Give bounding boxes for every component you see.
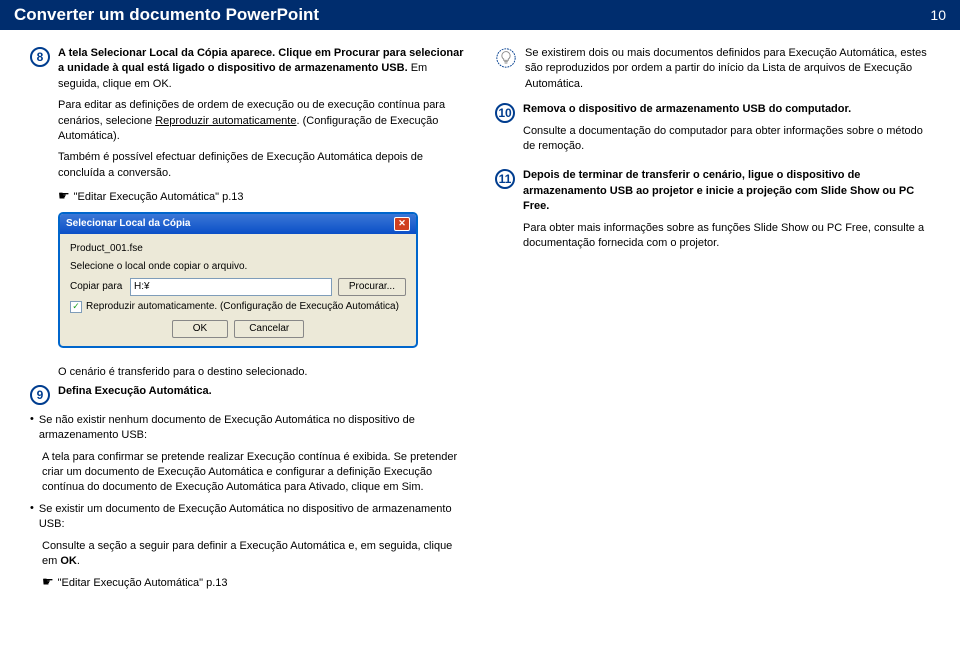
pointer-icon: ☛ (58, 188, 70, 203)
step8-p2: Para editar as definições de ordem de ex… (58, 98, 465, 144)
step-10: 10 Remova o dispositivo de armazenamento… (495, 102, 930, 160)
step9-b2c: . (77, 555, 80, 567)
step9-bullet2: • Se existir um documento de Execução Au… (30, 502, 465, 533)
header-page-number: 10 (930, 7, 946, 23)
step8-ref: ☛ "Editar Execução Automática" p.13 (58, 187, 465, 205)
step8-p1: A tela Selecionar Local da Cópia aparece… (58, 46, 465, 92)
header-title: Converter um documento PowerPoint (14, 5, 319, 25)
transfer-text: O cenário é transferido para o destino s… (58, 366, 465, 378)
pointer-icon: ☛ (42, 574, 54, 589)
step9-ref-text: "Editar Execução Automática" p.13 (58, 577, 228, 589)
step9-bullet1: • Se não existir nenhum documento de Exe… (30, 413, 465, 444)
bullet-icon: • (30, 502, 34, 533)
bullet-body: Se não existir nenhum documento de Execu… (39, 413, 465, 444)
step8-p3: Também é possível efectuar definições de… (58, 150, 465, 181)
dialog-actions: OK Cancelar (70, 320, 406, 338)
ok-button[interactable]: OK (172, 320, 228, 338)
step-number: 9 (30, 385, 50, 405)
step9-b1-detail: A tela para confirmar se pretende realiz… (30, 450, 465, 496)
step9-b2: Se existir um documento de Execução Auto… (39, 503, 452, 530)
dialog-title-text: Selecionar Local da Cópia (66, 217, 190, 231)
transfer-note: O cenário é transferido para o destino s… (30, 366, 465, 378)
step-body: Depois de terminar de transferir o cenár… (523, 168, 930, 257)
bullet-body: Se existir um documento de Execução Auto… (39, 502, 465, 533)
step-number: 10 (495, 103, 515, 123)
cancel-button[interactable]: Cancelar (234, 320, 304, 338)
step-9: 9 Defina Execução Automática. (30, 384, 465, 405)
step9-b2-ok: OK (60, 555, 77, 567)
page-header: Converter um documento PowerPoint 10 (0, 0, 960, 30)
dialog-filename: Product_001.fse (70, 242, 406, 256)
step-11: 11 Depois de terminar de transferir o ce… (495, 168, 930, 257)
browse-button[interactable]: Procurar... (338, 278, 406, 296)
step8-p1-bold: A tela Selecionar Local da Cópia aparece… (58, 47, 464, 74)
tip-text: Se existirem dois ou mais documentos def… (525, 46, 930, 92)
tip-block: Se existirem dois ou mais documentos def… (495, 46, 930, 92)
step8-p2-underline: Reproduzir automaticamente (155, 115, 296, 127)
step-number: 8 (30, 47, 50, 67)
dialog-titlebar: Selecionar Local da Cópia ✕ (60, 214, 416, 234)
step-body: Defina Execução Automática. (58, 384, 465, 405)
step11-p1: Depois de terminar de transferir o cenár… (523, 168, 930, 214)
step-body: Remova o dispositivo de armazenamento US… (523, 102, 930, 160)
step9-b2-detail: Consulte a seção a seguir para definir a… (30, 539, 465, 570)
step10-p1: Remova o dispositivo de armazenamento US… (523, 102, 930, 117)
dialog-copy-label: Copiar para (70, 280, 130, 294)
step10-p2: Consulte a documentação do computador pa… (523, 124, 930, 155)
lightbulb-icon (495, 47, 517, 69)
step9-b1: Se não existir nenhum documento de Execu… (39, 414, 415, 441)
dialog-copy-row: Copiar para H:¥ Procurar... (70, 278, 406, 296)
step9-b2a: Consulte a seção a seguir para definir a… (42, 540, 452, 567)
dialog-checkbox-label: Reproduzir automaticamente. (Configuraçã… (86, 300, 399, 314)
step-number: 11 (495, 169, 515, 189)
step8-ref-text: "Editar Execução Automática" p.13 (74, 191, 244, 203)
step9-ref: ☛ "Editar Execução Automática" p.13 (30, 573, 465, 591)
left-column: 8 A tela Selecionar Local da Cópia apare… (30, 46, 465, 596)
dialog-window: Selecionar Local da Cópia ✕ Product_001.… (58, 212, 418, 348)
checkbox-icon[interactable]: ✓ (70, 301, 82, 313)
dialog-instruction: Selecione o local onde copiar o arquivo. (70, 260, 406, 274)
content-area: 8 A tela Selecionar Local da Cópia apare… (0, 30, 960, 606)
step-8: 8 A tela Selecionar Local da Cópia apare… (30, 46, 465, 358)
close-icon[interactable]: ✕ (394, 217, 410, 231)
step9-title: Defina Execução Automática. (58, 384, 465, 399)
right-column: Se existirem dois ou mais documentos def… (495, 46, 930, 596)
dialog-body: Product_001.fse Selecione o local onde c… (60, 234, 416, 346)
dialog-checkbox-row: ✓ Reproduzir automaticamente. (Configura… (70, 300, 406, 314)
dialog-path-input[interactable]: H:¥ (130, 278, 332, 296)
step-body: A tela Selecionar Local da Cópia aparece… (58, 46, 465, 358)
step11-p2: Para obter mais informações sobre as fun… (523, 221, 930, 252)
bullet-icon: • (30, 413, 34, 444)
